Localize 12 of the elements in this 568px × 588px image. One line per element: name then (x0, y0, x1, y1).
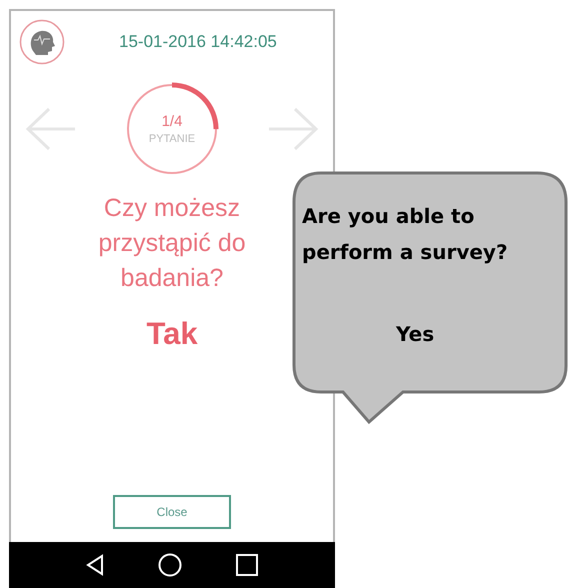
home-icon[interactable] (158, 553, 182, 577)
date-time: 15-01-2016 14:42:05 (119, 32, 277, 52)
answer-text: Tak (146, 316, 198, 352)
back-icon[interactable] (86, 554, 104, 576)
recent-apps-icon[interactable] (236, 554, 258, 576)
head-icon[interactable] (19, 19, 65, 65)
annotation-question: Are you able to perform a survey? (302, 203, 509, 266)
annotation-answer: Yes (396, 322, 434, 346)
close-button[interactable]: Close (113, 495, 231, 529)
counter-label: PYTANIE (148, 133, 196, 145)
question-text: Czy możesz przystąpić do badania? (97, 193, 247, 294)
question-counter: 1/4 (162, 113, 182, 130)
